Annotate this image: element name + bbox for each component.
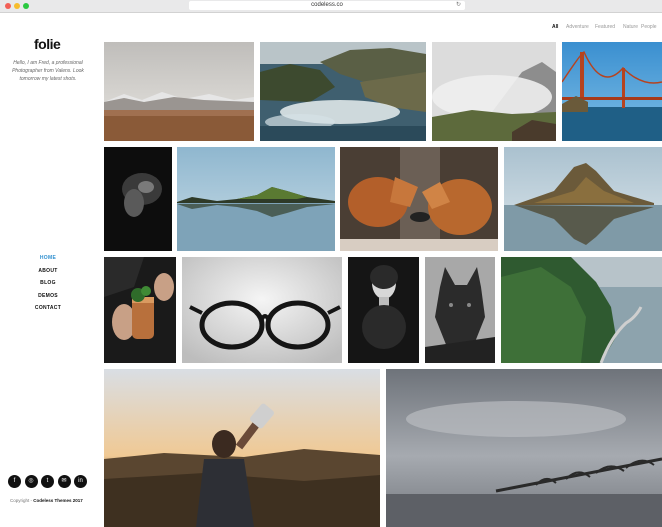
gallery-photo-two-foxes[interactable] xyxy=(340,147,498,251)
gallery-photo-dark-animal[interactable] xyxy=(104,147,172,251)
gallery-photo-misty-plain[interactable] xyxy=(104,42,254,141)
reload-icon[interactable]: ↻ xyxy=(456,1,461,10)
nav-blog[interactable]: BLOG xyxy=(0,277,96,290)
gallery-photo-copper-mug[interactable] xyxy=(104,257,176,363)
instagram-icon[interactable]: ◎ xyxy=(24,475,38,488)
gallery-photo-lake-reflection[interactable] xyxy=(177,147,335,251)
copyright-brand[interactable]: Codeless Themes 2017 xyxy=(33,498,83,503)
zoom-window-button[interactable] xyxy=(23,3,29,9)
gallery-photo-foggy-mountain[interactable] xyxy=(432,42,556,141)
gallery-photo-glasses[interactable] xyxy=(182,257,342,363)
nav-contact[interactable]: CONTACT xyxy=(0,302,96,315)
copyright-prefix: Copyright - xyxy=(10,498,34,503)
social-links: f ◎ t ✉ in xyxy=(8,475,88,488)
filter-all[interactable]: All xyxy=(552,24,558,30)
address-bar[interactable]: codeless.co ↻ xyxy=(189,1,465,10)
copyright: Copyright - Codeless Themes 2017 xyxy=(10,498,83,503)
gallery-photo-forest-coast[interactable] xyxy=(501,257,662,363)
browser-toolbar: codeless.co ↻ xyxy=(0,0,662,13)
nav-home[interactable]: HOME xyxy=(0,252,96,265)
gallery-photo-rocky-coast[interactable] xyxy=(260,42,426,141)
filter-nature[interactable]: Nature xyxy=(623,24,638,30)
gallery-photo-golden-gate[interactable] xyxy=(562,42,662,141)
site-logo[interactable]: folie xyxy=(34,36,61,52)
gallery-photo-kirkjufell[interactable] xyxy=(504,147,662,251)
main-nav: HOME ABOUT BLOG DEMOS CONTACT xyxy=(0,252,96,315)
twitter-icon[interactable]: t xyxy=(41,475,54,488)
linkedin-icon[interactable]: in xyxy=(74,475,87,488)
gallery-photo-woman-portrait[interactable] xyxy=(348,257,419,363)
url-text: codeless.co xyxy=(311,2,343,8)
nav-demos[interactable]: DEMOS xyxy=(0,290,96,303)
minimize-window-button[interactable] xyxy=(14,3,20,9)
nav-about[interactable]: ABOUT xyxy=(0,265,96,278)
gallery-photo-black-wolf[interactable] xyxy=(425,257,495,363)
filter-featured[interactable]: Featured xyxy=(595,24,615,30)
intro-text: Hello, I am Fred, a professional Photogr… xyxy=(12,60,84,82)
close-window-button[interactable] xyxy=(5,3,11,9)
email-icon[interactable]: ✉ xyxy=(57,475,71,488)
gallery-photo-long-bridge[interactable] xyxy=(386,369,662,527)
gallery-photo-man-drinking[interactable] xyxy=(104,369,380,527)
filter-people[interactable]: People xyxy=(641,24,657,30)
facebook-icon[interactable]: f xyxy=(8,475,21,488)
filter-adventure[interactable]: Adventure xyxy=(566,24,589,30)
